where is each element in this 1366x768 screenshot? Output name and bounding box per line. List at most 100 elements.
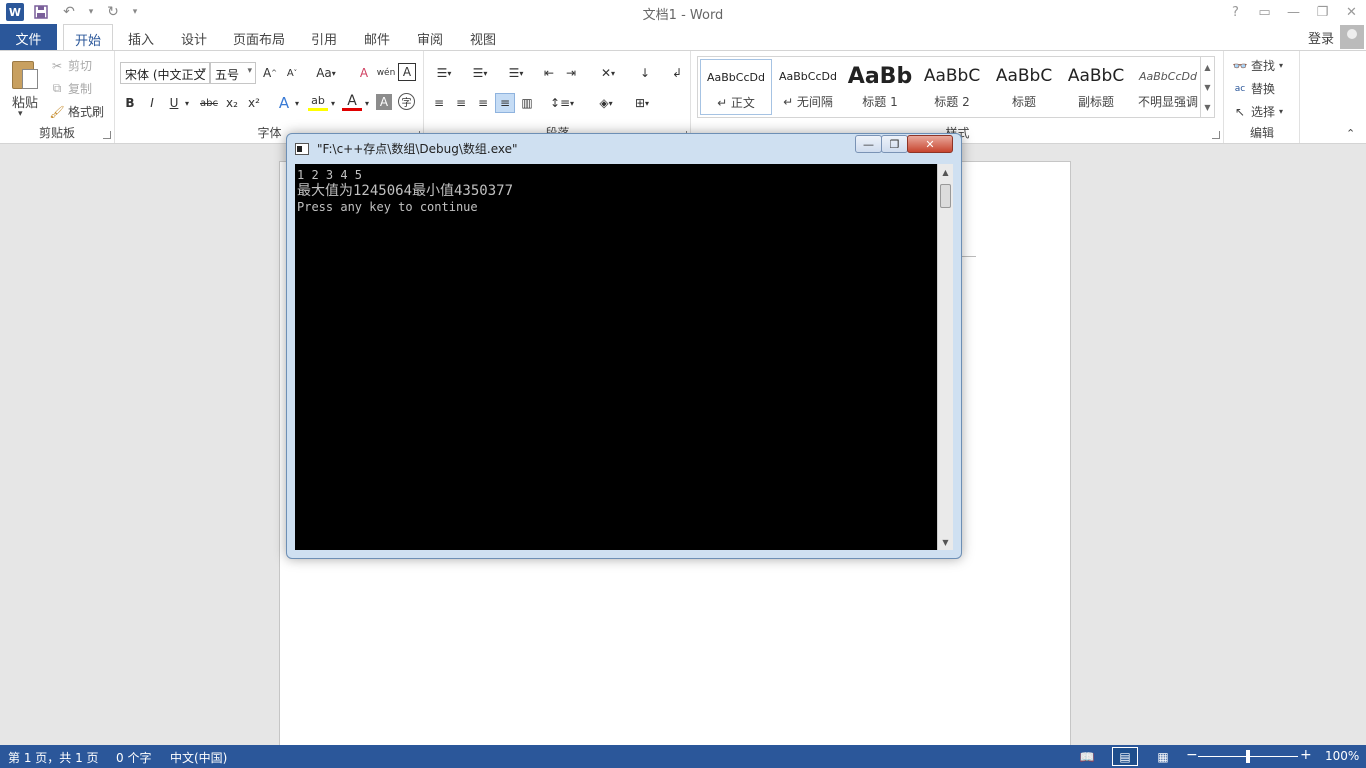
style-no-spacing[interactable]: AaBbCcDd ↵ 无间隔 (772, 59, 844, 115)
console-output[interactable]: 1 2 3 4 5 最大值为1245064最小值4350377 Press an… (295, 164, 937, 550)
tab-design[interactable]: 设计 (175, 24, 213, 50)
gallery-scroll[interactable]: ▲ ▼ ▼ (1200, 57, 1214, 117)
tab-references[interactable]: 引用 (305, 24, 343, 50)
scroll-up-icon[interactable]: ▲ (938, 164, 953, 180)
paste-dropdown-icon[interactable]: ▾ (18, 109, 23, 119)
find-button[interactable]: 👓 查找 ▾ (1233, 57, 1284, 74)
copy-button[interactable]: ⧉ 复制 (50, 80, 92, 97)
paste-button[interactable]: 粘贴 (12, 92, 38, 111)
show-marks-icon[interactable]: ↲ (667, 63, 687, 83)
collapse-ribbon-icon[interactable]: ⌃ (1346, 127, 1355, 140)
style-normal[interactable]: AaBbCcDd ↵ 正文 (700, 59, 772, 115)
shrink-font-icon[interactable]: A ˅ (282, 63, 302, 83)
font-color-dropdown-icon[interactable]: ▾ (362, 93, 372, 113)
avatar[interactable] (1340, 25, 1364, 49)
scroll-thumb[interactable] (940, 184, 951, 208)
paste-icon[interactable] (10, 57, 40, 91)
enclose-characters-icon[interactable]: 字 (398, 93, 415, 110)
chevron-up-icon[interactable]: ▲ (1204, 63, 1210, 72)
close-icon[interactable]: ✕ (907, 135, 953, 153)
strikethrough-button[interactable]: abc (198, 93, 220, 113)
minimize-icon[interactable]: — (855, 135, 882, 153)
align-center-icon[interactable]: ≡ (451, 93, 471, 113)
decrease-indent-icon[interactable]: ⇤ (539, 63, 559, 83)
tab-layout[interactable]: 页面布局 (229, 24, 289, 50)
chevron-down-icon[interactable]: ▼ (1204, 83, 1210, 92)
tab-mailings[interactable]: 邮件 (358, 24, 396, 50)
login-link[interactable]: 登录 (1308, 28, 1334, 47)
language-status[interactable]: 中文(中国) (170, 749, 227, 766)
clear-format-icon[interactable]: A (354, 63, 374, 83)
style-title[interactable]: AaBbC 标题 (988, 59, 1060, 115)
highlight-dropdown-icon[interactable]: ▾ (328, 93, 338, 113)
align-right-icon[interactable]: ≡ (473, 93, 493, 113)
word-count[interactable]: 0 个字 (116, 749, 151, 766)
bullets-icon[interactable]: ☰ ▾ (429, 63, 459, 83)
replace-label: 替换 (1251, 82, 1276, 96)
styles-launcher-icon[interactable] (1212, 131, 1220, 139)
highlight-icon[interactable]: ab (308, 93, 328, 111)
text-effects-icon[interactable]: A (274, 93, 294, 113)
bold-button[interactable]: B (120, 93, 140, 113)
restore-icon[interactable]: ❐ (881, 135, 908, 153)
style-heading-2[interactable]: AaBbC 标题 2 (916, 59, 988, 115)
underline-button[interactable]: U (164, 93, 184, 113)
scroll-down-icon[interactable]: ▼ (938, 534, 953, 550)
tab-file[interactable]: 文件 (0, 24, 57, 50)
zoom-in-icon[interactable]: + (1300, 747, 1312, 763)
borders-icon[interactable]: ⊞ ▾ (627, 93, 657, 113)
shading-icon[interactable]: ◈ ▾ (591, 93, 621, 113)
tab-insert[interactable]: 插入 (122, 24, 160, 50)
zoom-thumb[interactable] (1246, 750, 1250, 763)
more-icon[interactable]: ▼ (1204, 103, 1210, 112)
minimize-icon[interactable]: — (1279, 0, 1308, 24)
close-icon[interactable]: ✕ (1337, 0, 1366, 24)
read-mode-icon[interactable]: 📖 (1074, 747, 1100, 766)
multilevel-list-icon[interactable]: ☰ ▾ (501, 63, 531, 83)
page-count[interactable]: 第 1 页，共 1 页 (8, 749, 99, 766)
help-icon[interactable]: ? (1221, 0, 1250, 24)
font-name-combo[interactable]: 宋体 (中文正文 (120, 62, 210, 84)
console-window[interactable]: "F:\c++存点\数组\Debug\数组.exe" — ❐ ✕ 1 2 3 4… (286, 133, 962, 559)
select-button[interactable]: ↖ 选择 ▾ (1233, 103, 1283, 120)
font-size-combo[interactable]: 五号 (210, 62, 256, 84)
restore-icon[interactable]: ❐ (1308, 0, 1337, 24)
increase-indent-icon[interactable]: ⇥ (561, 63, 581, 83)
console-line: Press any key to continue (297, 200, 478, 214)
tab-home[interactable]: 开始 (63, 24, 113, 51)
align-left-icon[interactable]: ≡ (429, 93, 449, 113)
subscript-button[interactable]: x₂ (222, 93, 242, 113)
replace-button[interactable]: ac 替换 (1233, 80, 1275, 97)
clipboard-launcher-icon[interactable] (103, 131, 111, 139)
tab-review[interactable]: 审阅 (411, 24, 449, 50)
underline-dropdown-icon[interactable]: ▾ (182, 93, 192, 113)
justify-icon[interactable]: ≡ (495, 93, 515, 113)
format-painter-button[interactable]: 🖌 格式刷 (49, 103, 104, 120)
zoom-out-icon[interactable]: − (1186, 747, 1198, 763)
style-subtitle[interactable]: AaBbC 副标题 (1060, 59, 1132, 115)
numbering-icon[interactable]: ☰ ▾ (465, 63, 495, 83)
character-shading-icon[interactable]: A (376, 94, 392, 110)
sort-icon[interactable]: ↓ (635, 63, 655, 83)
change-case-icon[interactable]: Aa ▾ (312, 63, 340, 83)
character-border-icon[interactable]: A (398, 63, 416, 81)
phonetic-guide-icon[interactable]: wén (376, 63, 396, 83)
style-preview: AaBbC (995, 66, 1053, 86)
distributed-icon[interactable]: ▥ (517, 93, 537, 113)
asian-layout-icon[interactable]: ✕ ▾ (593, 63, 623, 83)
text-effects-dropdown-icon[interactable]: ▾ (292, 93, 302, 113)
console-scrollbar[interactable]: ▲ ▼ (937, 164, 953, 550)
superscript-button[interactable]: x² (244, 93, 264, 113)
cut-button[interactable]: ✂ 剪切 (50, 57, 92, 74)
style-subtle-emphasis[interactable]: AaBbCcDd 不明显强调 (1132, 59, 1204, 115)
italic-button[interactable]: I (142, 93, 162, 113)
style-heading-1[interactable]: AaBb 标题 1 (844, 59, 916, 115)
grow-font-icon[interactable]: A ^ (260, 63, 280, 83)
tab-view[interactable]: 视图 (464, 24, 502, 50)
print-layout-icon[interactable]: ▤ (1112, 747, 1138, 766)
web-layout-icon[interactable]: ▦ (1150, 747, 1176, 766)
font-color-icon[interactable]: A (342, 93, 362, 111)
line-spacing-icon[interactable]: ↕≡ ▾ (547, 93, 577, 113)
ribbon-display-icon[interactable]: ▭ (1250, 0, 1279, 24)
zoom-level[interactable]: 100% (1325, 749, 1359, 763)
